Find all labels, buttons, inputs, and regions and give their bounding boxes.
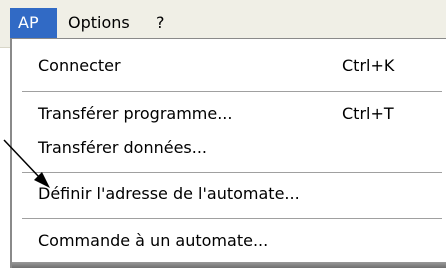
screenshot: AP Options ? Connecter Ctrl+K Transférer… bbox=[0, 0, 446, 268]
menu-item-label: Transférer données... bbox=[38, 138, 207, 157]
menu-options[interactable]: Options bbox=[60, 8, 138, 38]
menu-separator bbox=[22, 172, 442, 174]
menu-item-label: Définir l'adresse de l'automate... bbox=[38, 184, 300, 203]
menu-item-definir-adresse[interactable]: Définir l'adresse de l'automate... bbox=[12, 177, 442, 211]
menu-help[interactable]: ? bbox=[148, 8, 173, 38]
menu-item-label: Commande à un automate... bbox=[38, 231, 269, 250]
menu-item-transferer-programme[interactable]: Transférer programme... Ctrl+T bbox=[12, 97, 442, 131]
menu-item-shortcut: Ctrl+K bbox=[342, 56, 395, 75]
menu-separator bbox=[22, 91, 442, 93]
menu-separator bbox=[22, 218, 442, 220]
ap-dropdown-menu: Connecter Ctrl+K Transférer programme...… bbox=[10, 38, 446, 268]
menu-item-label: Transférer programme... bbox=[38, 104, 233, 123]
menu-item-connecter[interactable]: Connecter Ctrl+K bbox=[12, 49, 442, 83]
menu-item-shortcut: Ctrl+T bbox=[342, 104, 394, 123]
menu-shadow bbox=[12, 262, 446, 268]
menu-ap[interactable]: AP bbox=[10, 8, 57, 38]
menu-item-commande-automate[interactable]: Commande à un automate... bbox=[12, 224, 442, 258]
menu-item-label: Connecter bbox=[38, 56, 121, 75]
menu-item-transferer-donnees[interactable]: Transférer données... bbox=[12, 131, 442, 165]
